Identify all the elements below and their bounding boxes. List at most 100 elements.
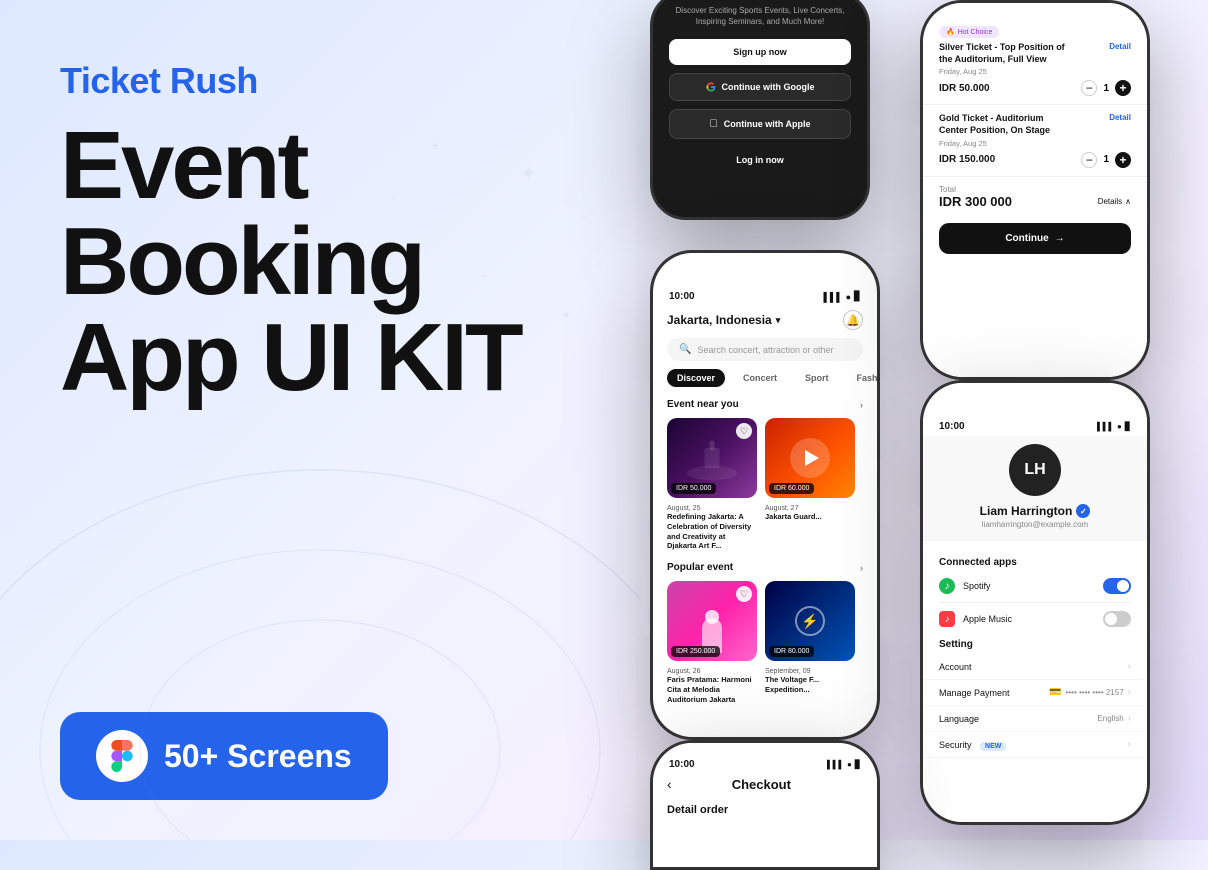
signup-button[interactable]: Sign up now [669, 39, 851, 65]
payment-chevron: › [1128, 687, 1131, 698]
event-1-date: August, 25 [667, 505, 757, 512]
qty-num-2: 1 [1103, 154, 1109, 165]
apple-button[interactable]:  Continue with Apple [669, 109, 851, 139]
setting-title: Setting [923, 633, 1147, 654]
apple-music-item: ♪ Apple Music [923, 605, 1147, 633]
tab-fashion[interactable]: Fashi... [847, 369, 877, 387]
nearby-title: Event near you [667, 399, 739, 410]
phone-checkout: 10:00 ▌▌▌●▊ ‹ Checkout Detail order [650, 740, 880, 870]
phone-profile: 10:00 ▌▌▌●▊ LH Liam Harrington ✓ liamhar… [920, 380, 1150, 825]
event-price-1: IDR 50.000 [671, 483, 716, 494]
verified-icon: ✓ [1076, 504, 1090, 518]
total-amount: IDR 300 000 [939, 194, 1012, 209]
category-tabs: Discover Concert Sport Fashi... [653, 369, 877, 395]
phone-header: Jakarta, Indonesia ▾ 🔔 [653, 306, 877, 338]
language-label: Language [939, 714, 979, 724]
nearby-section-header: Event near you › [653, 395, 877, 414]
ticket-2-name: Gold Ticket - Auditorium Center Position… [939, 113, 1069, 136]
status-bar: 10:00 ▌▌▌●▊ [653, 283, 877, 306]
event-3-title: Faris Pratama: Harmoni Cita at Melodia A… [667, 675, 757, 704]
ticket-1-name: Silver Ticket - Top Position of the Audi… [939, 42, 1069, 65]
svg-text:✦: ✦ [580, 213, 587, 222]
continue-button[interactable]: Continue → [939, 223, 1131, 254]
language-value: English › [1097, 713, 1131, 724]
account-item[interactable]: Account › [923, 654, 1147, 680]
search-bar[interactable]: 🔍 Search concert, attraction or other [667, 338, 863, 361]
event-3-date: August, 26 [667, 668, 757, 675]
nearby-event-info-row: August, 25 Redefining Jakarta: A Celebra… [653, 502, 877, 554]
ticket-1-price: IDR 50.000 [939, 83, 990, 94]
avatar: LH [1009, 444, 1061, 496]
language-item[interactable]: Language English › [923, 706, 1147, 732]
popular-events-row: IDR 250.000 ♡ ⚡ IDR 80.000 [653, 577, 877, 665]
ticket-1-detail[interactable]: Detail [1109, 42, 1131, 51]
account-label: Account [939, 662, 972, 672]
apple-music-toggle[interactable] [1103, 611, 1131, 627]
tab-discover[interactable]: Discover [667, 369, 725, 387]
phone-browse: 10:00 ▌▌▌●▊ Jakarta, Indonesia ▾ 🔔 🔍 Sea… [650, 250, 880, 740]
event-price-2: IDR 60.000 [769, 483, 814, 494]
event-2-date: August, 27 [765, 505, 855, 512]
screens-count: 50+ Screens [164, 738, 352, 775]
favorite-icon-3[interactable]: ♡ [736, 586, 752, 602]
event-1-title: Redefining Jakarta: A Celebration of Div… [667, 512, 757, 551]
status-icons: ▌▌▌●▊ [824, 291, 862, 302]
profile-status-bar: 10:00 ▌▌▌●▊ [923, 413, 1147, 436]
arrow-right-icon: → [1055, 233, 1065, 244]
checkout-header: ‹ Checkout [653, 772, 877, 800]
popular-title: Popular event [667, 562, 733, 573]
notification-icon[interactable]: 🔔 [843, 310, 863, 330]
qty-minus-1[interactable]: − [1081, 80, 1097, 96]
search-placeholder: Search concert, attraction or other [697, 345, 833, 355]
back-button[interactable]: ‹ [667, 776, 672, 792]
total-label: Total [939, 185, 1131, 194]
profile-status-time: 10:00 [939, 421, 965, 432]
nearby-events-row: IDR 50.000 ♡ IDR 60.000 [653, 414, 877, 502]
event-2-title: Jakarta Guard... [765, 512, 855, 522]
account-chevron: › [1128, 661, 1131, 672]
screens-badge[interactable]: 50+ Screens [60, 712, 388, 800]
apple-label: Continue with Apple [724, 119, 811, 129]
profile-avatar-section: LH Liam Harrington ✓ liamharrington@exam… [923, 436, 1147, 541]
profile-status-icons: ▌▌▌●▊ [1097, 422, 1131, 431]
login-button[interactable]: Log in now [669, 147, 851, 173]
popular-section-header: Popular event › [653, 558, 877, 577]
ticket-item-2: Gold Ticket - Auditorium Center Position… [923, 105, 1147, 176]
hero-title: Event Booking App UI KIT [60, 118, 580, 406]
total-row: IDR 300 000 Details ∧ [939, 194, 1131, 209]
security-item[interactable]: Security NEW › [923, 732, 1147, 758]
qty-plus-1[interactable]: + [1115, 80, 1131, 96]
qty-plus-2[interactable]: + [1115, 152, 1131, 168]
event-card-4[interactable]: ⚡ IDR 80.000 [765, 581, 855, 661]
ticket-2-price-row: IDR 150.000 − 1 + [939, 152, 1131, 168]
event-card-2[interactable]: IDR 60.000 [765, 418, 855, 498]
event-card-3[interactable]: IDR 250.000 ♡ [667, 581, 757, 661]
ticket-2-price: IDR 150.000 [939, 154, 995, 165]
popular-arrow[interactable]: › [860, 563, 863, 573]
spotify-item: ♪ Spotify [923, 572, 1147, 600]
location-row[interactable]: Jakarta, Indonesia ▾ [667, 313, 780, 327]
event-card-1[interactable]: IDR 50.000 ♡ [667, 418, 757, 498]
ticket-2-date: Friday, Aug 25 [939, 139, 1131, 148]
google-button[interactable]: Continue with Google [669, 73, 851, 101]
tab-sport[interactable]: Sport [795, 369, 839, 387]
tab-concert[interactable]: Concert [733, 369, 787, 387]
event-4-date: September, 09 [765, 668, 855, 675]
event-4-title: The Voltage F... Expedition... [765, 675, 855, 695]
nearby-arrow[interactable]: › [860, 400, 863, 410]
chevron-down-icon: ▾ [776, 315, 781, 326]
spotify-toggle[interactable] [1103, 578, 1131, 594]
manage-payment-item[interactable]: Manage Payment 💳 •••• •••• •••• 2157 › [923, 680, 1147, 706]
phone-auth: Discover Exciting Sports Events, Live Co… [650, 0, 870, 220]
figma-icon [96, 730, 148, 782]
spotify-icon: ♪ [939, 578, 955, 594]
connected-apps-title: Connected apps [923, 551, 1147, 572]
qty-minus-2[interactable]: − [1081, 152, 1097, 168]
chevron-up-icon: ∧ [1125, 197, 1131, 206]
ticket-2-detail[interactable]: Detail [1109, 113, 1131, 122]
apple-music-icon: ♪ [939, 611, 955, 627]
favorite-icon-1[interactable]: ♡ [736, 423, 752, 439]
status-time: 10:00 [669, 291, 695, 302]
location-text: Jakarta, Indonesia [667, 313, 772, 327]
details-link[interactable]: Details ∧ [1098, 197, 1131, 206]
